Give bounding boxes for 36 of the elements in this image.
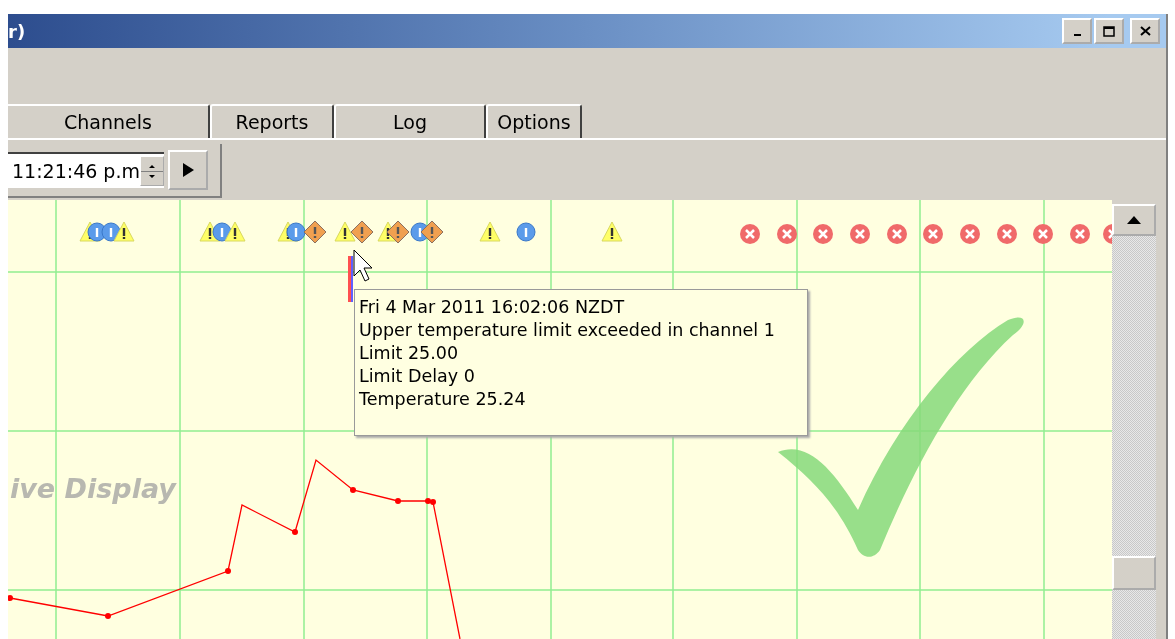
error-icon[interactable] <box>850 224 870 244</box>
maximize-icon <box>1103 25 1115 37</box>
event-marker <box>348 256 353 302</box>
tooltip-line: Limit Delay 0 <box>359 365 476 388</box>
time-field[interactable]: 11:21:46 p.m <box>8 152 164 188</box>
tooltip-line: Limit 25.00 <box>359 342 460 365</box>
error-icon[interactable] <box>1070 224 1090 244</box>
minimize-icon <box>1073 34 1081 36</box>
error-icon[interactable] <box>813 224 833 244</box>
window-title: r) <box>8 20 26 42</box>
error-icon[interactable] <box>1033 224 1053 244</box>
tab[interactable]: Channels <box>8 104 210 138</box>
event-icons-drawing[interactable] <box>79 220 623 244</box>
error-icon[interactable] <box>887 224 907 244</box>
error-icon[interactable] <box>960 224 980 244</box>
error-icon[interactable] <box>777 224 797 244</box>
error-icon[interactable] <box>740 224 760 244</box>
play-button[interactable] <box>168 150 208 190</box>
tooltip-line: Temperature 25.24 <box>359 388 527 411</box>
error-icon[interactable] <box>923 224 943 244</box>
maximize-button[interactable] <box>1094 18 1124 44</box>
tab[interactable]: Options <box>486 104 582 138</box>
scroll-thumb[interactable] <box>1112 556 1156 590</box>
tab[interactable]: Log <box>334 104 486 138</box>
close-button[interactable] <box>1130 18 1160 44</box>
scroll-up-button[interactable] <box>1112 204 1156 236</box>
mouse-cursor-icon <box>353 249 373 282</box>
watermark-text: ive Display <box>10 473 176 504</box>
close-icon <box>1139 26 1151 36</box>
error-icon[interactable] <box>997 224 1017 244</box>
tooltip-line: Upper temperature limit exceeded in channel 1 <box>359 319 776 342</box>
tab[interactable]: Reports <box>210 104 334 138</box>
play-icon <box>181 162 195 178</box>
tooltip-line: Fri 4 Mar 2011 16:02:06 NZDT <box>359 296 626 319</box>
spin-buttons[interactable] <box>140 156 164 186</box>
up-arrow-icon <box>1127 216 1141 224</box>
